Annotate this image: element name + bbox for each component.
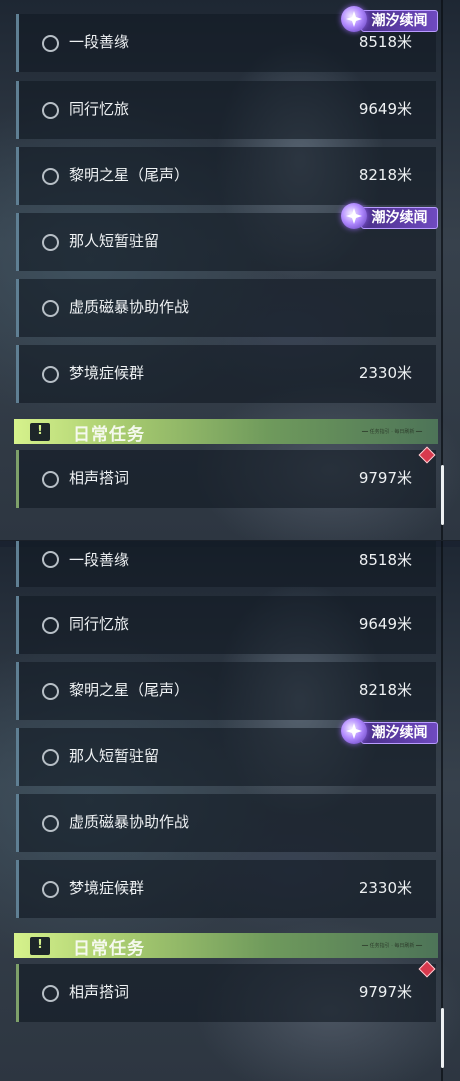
quest-name: 相声搭词 [69,469,130,487]
scrollbar-track[interactable] [441,0,443,540]
scrollbar-track[interactable] [441,541,443,1081]
radio-icon[interactable] [42,102,59,119]
quest-name: 一段善缘 [69,551,130,569]
radio-icon[interactable] [42,985,59,1002]
radio-icon[interactable] [42,300,59,317]
quest-list-panel-bottom: 一段善缘 8518米 同行忆旅 9649米 黎明之星（尾声） 8218米 那人短… [0,540,460,1081]
radio-icon[interactable] [42,551,59,568]
quest-distance: 8218米 [358,681,412,699]
radio-icon[interactable] [42,234,59,251]
radio-icon[interactable] [42,168,59,185]
quest-distance: 8518米 [358,551,412,569]
radio-icon[interactable] [42,815,59,832]
daily-quest-header[interactable]: ! 日常任务 ━━ 任务指引 · 每日刷新 ━━ [14,933,438,959]
radio-icon[interactable] [42,683,59,700]
radio-icon[interactable] [42,471,59,488]
radio-icon[interactable] [42,881,59,898]
daily-quest-row-0[interactable]: 相声搭词 9797米 [16,964,436,1022]
radio-icon[interactable] [42,749,59,766]
scrollbar-thumb[interactable] [441,465,444,525]
radio-icon[interactable] [42,366,59,383]
quest-name: 一段善缘 [69,33,130,51]
radio-icon[interactable] [42,617,59,634]
scrollbar-thumb[interactable] [441,1008,444,1068]
quest-distance: 8518米 [358,33,412,51]
quest-list-panel-top: 一段善缘 8518米 同行忆旅 9649米 黎明之星（尾声） 8218米 那人短… [0,0,460,540]
quest-name: 那人短暂驻留 [69,232,160,250]
quest-distance: 2330米 [358,879,412,897]
daily-quest-note: ━━ 任务指引 · 每日刷新 ━━ [362,429,422,435]
quest-distance: 8218米 [358,166,412,184]
daily-quest-title: 日常任务 [73,939,145,959]
quest-name: 黎明之星（尾声） [69,166,190,184]
quest-name: 梦境症候群 [69,879,145,897]
quest-row-1[interactable]: 同行忆旅 9649米 [16,81,436,139]
quest-row-2[interactable]: 黎明之星（尾声） 8218米 [16,662,436,720]
quest-distance: 2330米 [358,364,412,382]
quest-name: 梦境症候群 [69,364,145,382]
badge-label: 潮汐续闻 [361,207,438,229]
quest-row-4[interactable]: 虚质磁暴协助作战 [16,794,436,852]
sparkle-icon [341,718,367,744]
quest-distance: 9649米 [358,100,412,118]
quest-distance: 9797米 [358,983,412,1001]
quest-name: 黎明之星（尾声） [69,681,190,699]
tide-sequel-badge: 潮汐续闻 [341,718,438,745]
quest-row-4[interactable]: 虚质磁暴协助作战 [16,279,436,337]
daily-quest-note: ━━ 任务指引 · 每日刷新 ━━ [362,943,422,949]
quest-name: 同行忆旅 [69,100,130,118]
daily-quest-row-0[interactable]: 相声搭词 9797米 [16,450,436,508]
quest-distance: 9797米 [358,469,412,487]
tide-sequel-badge: 潮汐续闻 [341,6,438,33]
quest-row-0[interactable]: 一段善缘 8518米 [16,541,436,587]
sparkle-icon [341,6,367,32]
quest-name: 相声搭词 [69,983,130,1001]
badge-label: 潮汐续闻 [361,722,438,744]
quest-row-5[interactable]: 梦境症候群 2330米 [16,345,436,403]
daily-quest-title: 日常任务 [73,425,145,445]
quest-name: 虚质磁暴协助作战 [69,813,190,831]
badge-label: 潮汐续闻 [361,10,438,32]
quest-row-5[interactable]: 梦境症候群 2330米 [16,860,436,918]
exclamation-icon: ! [30,937,50,955]
quest-row-1[interactable]: 同行忆旅 9649米 [16,596,436,654]
exclamation-icon: ! [30,423,50,441]
daily-quest-header[interactable]: ! 日常任务 ━━ 任务指引 · 每日刷新 ━━ [14,419,438,445]
quest-row-2[interactable]: 黎明之星（尾声） 8218米 [16,147,436,205]
quest-name: 那人短暂驻留 [69,747,160,765]
quest-name: 虚质磁暴协助作战 [69,298,190,316]
radio-icon[interactable] [42,35,59,52]
quest-name: 同行忆旅 [69,615,130,633]
quest-distance: 9649米 [358,615,412,633]
sparkle-icon [341,203,367,229]
tide-sequel-badge: 潮汐续闻 [341,203,438,230]
